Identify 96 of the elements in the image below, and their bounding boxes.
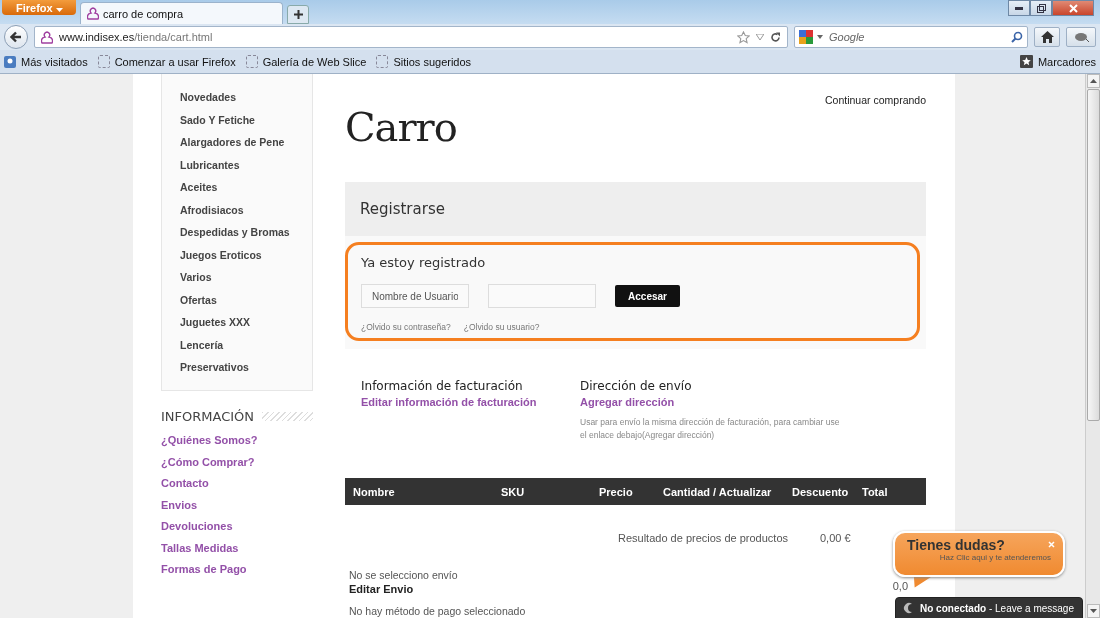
category-link[interactable]: Lubricantes bbox=[180, 157, 312, 172]
info-link[interactable]: Contacto bbox=[161, 473, 313, 495]
column-header: Descuento bbox=[792, 485, 850, 498]
addon-button[interactable] bbox=[1066, 27, 1096, 47]
column-header: Precio bbox=[599, 485, 634, 498]
info-link[interactable]: ¿Cómo Comprar? bbox=[161, 451, 313, 473]
category-link[interactable]: Preservativos bbox=[180, 360, 312, 374]
home-button[interactable] bbox=[1034, 27, 1060, 47]
page-icon bbox=[97, 55, 110, 68]
search-icon[interactable] bbox=[1011, 31, 1023, 43]
back-button[interactable] bbox=[4, 25, 28, 49]
login-title: Ya estoy registrado bbox=[361, 255, 487, 270]
info-link[interactable]: ¿Quiénes Somos? bbox=[161, 430, 313, 452]
info-link[interactable]: Formas de Pago bbox=[161, 559, 313, 581]
category-link[interactable]: Despedidas y Bromas bbox=[180, 225, 312, 239]
info-link[interactable]: Devoluciones bbox=[161, 516, 313, 538]
down-arrow-icon bbox=[1089, 609, 1097, 613]
minimize-button[interactable] bbox=[1008, 0, 1030, 16]
page-icon bbox=[245, 55, 258, 68]
bookmark-link[interactable]: Sitios sugeridos bbox=[376, 55, 472, 68]
category-link[interactable]: Afrodisiacos bbox=[180, 202, 312, 217]
category-link[interactable]: Juegos Eroticos bbox=[180, 247, 312, 262]
moon-icon bbox=[902, 602, 914, 614]
add-address-link[interactable]: Agregar dirección bbox=[580, 396, 675, 408]
category-link[interactable]: Lencería bbox=[180, 337, 312, 352]
category-link[interactable]: Aceites bbox=[180, 180, 312, 194]
column-header: Total bbox=[862, 485, 889, 498]
url-text: www.indisex.es/tienda/cart.html bbox=[59, 31, 213, 43]
forgot-password-link[interactable]: ¿Olvido su contraseña? bbox=[361, 322, 451, 332]
register-heading: Registrarse bbox=[345, 182, 926, 236]
home-icon bbox=[1040, 31, 1054, 43]
up-arrow-icon bbox=[1089, 79, 1097, 83]
section-heading: INFORMACIÓN bbox=[161, 409, 255, 424]
chat-subtitle: Haz Clic aqui y te atenderemos bbox=[939, 553, 1051, 562]
continue-shopping-link[interactable]: Continuar comprando bbox=[825, 94, 926, 106]
subtotal-label: Resultado de precios de productos bbox=[618, 532, 788, 544]
category-link[interactable]: Alargadores de Pene bbox=[180, 135, 312, 149]
search-box[interactable]: Google bbox=[794, 26, 1028, 48]
scroll-thumb[interactable] bbox=[1086, 89, 1100, 421]
new-tab-button[interactable] bbox=[287, 5, 309, 24]
address-bar[interactable]: www.indisex.es/tienda/cart.html bbox=[34, 26, 788, 48]
column-header: Cantidad / Actualizar bbox=[663, 485, 773, 498]
reload-icon[interactable] bbox=[770, 31, 781, 43]
scroll-down-button[interactable] bbox=[1086, 604, 1100, 618]
bookmarks-menu[interactable]: Marcadores bbox=[1019, 55, 1096, 68]
minimize-icon bbox=[1015, 6, 1023, 10]
category-link[interactable]: Varios bbox=[180, 270, 312, 284]
google-logo-icon bbox=[799, 30, 813, 44]
close-icon bbox=[1048, 541, 1055, 548]
chat-title: Tienes dudas? bbox=[907, 537, 1006, 553]
close-icon bbox=[1068, 3, 1078, 13]
tab-title: carro de compra bbox=[103, 7, 184, 20]
star-icon bbox=[1019, 55, 1033, 68]
caret-icon bbox=[55, 7, 63, 12]
password-field[interactable] bbox=[488, 284, 596, 308]
close-button[interactable] bbox=[1052, 0, 1094, 16]
browser-tab[interactable]: carro de compra bbox=[80, 2, 283, 24]
bookmark-link[interactable]: Comenzar a usar Firefox bbox=[97, 55, 236, 68]
page-title: Carro bbox=[345, 104, 458, 150]
edit-shipping-link[interactable]: Editar Envio bbox=[345, 583, 414, 595]
category-link[interactable]: Juguetes XXX bbox=[180, 315, 312, 329]
chat-bubble[interactable]: Tienes dudas? Haz Clic aqui y te atenderemos bbox=[893, 531, 1065, 577]
site-logo-icon bbox=[41, 30, 53, 44]
column-header: Nombre bbox=[353, 485, 396, 498]
shipping-status: No se selecciono envío bbox=[348, 569, 458, 581]
plus-icon bbox=[293, 10, 303, 19]
category-link[interactable]: Ofertas bbox=[180, 292, 312, 307]
billing-title: Información de facturación bbox=[361, 379, 523, 393]
category-link[interactable]: Novedades bbox=[180, 90, 312, 104]
search-page-icon bbox=[4, 55, 16, 68]
chat-bar[interactable]: No conectado - Leave a message bbox=[895, 597, 1083, 618]
shipping-title: Dirección de envío bbox=[580, 379, 692, 393]
username-field[interactable]: Nombre de Usuario bbox=[361, 284, 469, 308]
star-icon[interactable] bbox=[737, 30, 750, 44]
bookmark-link[interactable]: Más visitados bbox=[4, 55, 88, 68]
payment-status: No hay método de pago seleccionado bbox=[348, 605, 526, 617]
column-header: SKU bbox=[501, 485, 526, 498]
page-icon bbox=[376, 55, 389, 68]
back-arrow-icon bbox=[10, 31, 22, 43]
subtotal-value: 0,00 € bbox=[820, 532, 851, 544]
info-link[interactable]: Tallas Medidas bbox=[161, 537, 313, 559]
restore-icon bbox=[1036, 3, 1046, 13]
dropdown-icon[interactable] bbox=[756, 34, 764, 40]
total-value: 0,0 bbox=[892, 580, 908, 592]
restore-button[interactable] bbox=[1030, 0, 1052, 16]
edit-billing-link[interactable]: Editar información de facturación bbox=[361, 396, 537, 408]
shipping-note: Usar para envío la misma dirección de facturación, para cambiar use el enlace debajo(Agregar dirección) bbox=[580, 416, 841, 442]
forgot-username-link[interactable]: ¿Olvido su usuario? bbox=[463, 322, 540, 332]
info-link[interactable]: Envios bbox=[161, 494, 313, 516]
category-link[interactable]: Sado Y Fetiche bbox=[180, 112, 312, 127]
dropdown-icon[interactable] bbox=[817, 35, 823, 39]
login-button[interactable]: Accesar bbox=[615, 285, 680, 307]
site-logo-icon bbox=[87, 7, 99, 20]
scroll-up-button[interactable] bbox=[1086, 74, 1100, 88]
bookmark-link[interactable]: Galería de Web Slice bbox=[245, 55, 367, 68]
scrollbar[interactable] bbox=[1085, 74, 1100, 618]
